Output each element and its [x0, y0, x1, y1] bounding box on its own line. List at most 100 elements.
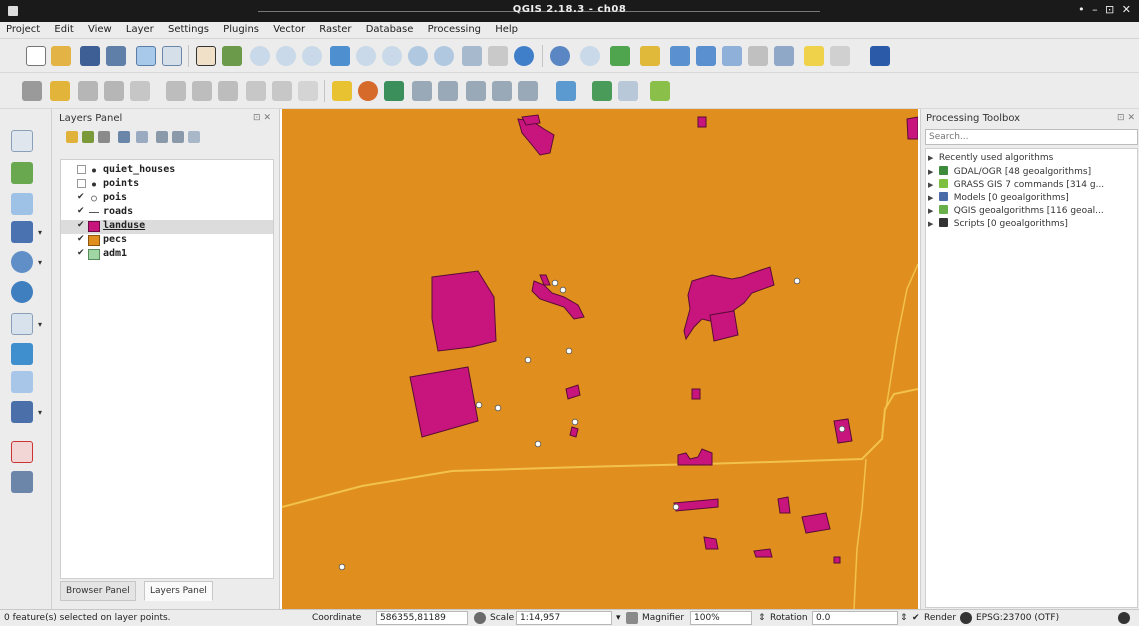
lock-icon[interactable]	[626, 612, 638, 624]
tree-item-models[interactable]: ▶ Models [0 geoalgorithms]	[928, 192, 1069, 204]
layer-row-landuse[interactable]: ✔ landuse	[61, 220, 273, 234]
add-feature-icon[interactable]	[104, 81, 124, 101]
new-spatialite-icon[interactable]	[11, 401, 33, 423]
expand-arrow-icon[interactable]: ▶	[928, 181, 936, 189]
landuse-polygon[interactable]	[569, 426, 579, 438]
help-icon[interactable]	[870, 46, 890, 66]
landuse-polygon[interactable]	[697, 116, 707, 128]
toggle-editing-pencil-icon[interactable]	[50, 81, 70, 101]
poi-point[interactable]	[565, 347, 573, 355]
save-as-icon[interactable]	[106, 46, 126, 66]
checkmark-icon[interactable]: ✔	[77, 249, 86, 258]
delete-selected-icon[interactable]	[166, 81, 186, 101]
menu-help[interactable]: Help	[489, 22, 523, 35]
tree-item-gdal[interactable]: ▶ GDAL/OGR [48 geoalgorithms]	[928, 166, 1091, 178]
poi-point[interactable]	[475, 401, 483, 409]
zoom-out-icon[interactable]	[276, 46, 296, 66]
layer-row-roads[interactable]: ✔ roads	[61, 206, 273, 220]
pan-hand-icon[interactable]	[196, 46, 216, 66]
landuse-polygon[interactable]	[709, 310, 739, 342]
poi-point[interactable]	[793, 277, 801, 285]
landuse-polygon[interactable]	[801, 512, 831, 534]
landuse-polygon[interactable]	[673, 498, 719, 512]
refresh-icon[interactable]	[514, 46, 534, 66]
add-raster-layer-icon[interactable]	[11, 162, 33, 184]
save-edits-icon[interactable]	[78, 81, 98, 101]
tree-item-scripts[interactable]: ▶ Scripts [0 geoalgorithms]	[928, 218, 1068, 230]
map-tips-icon[interactable]	[804, 46, 824, 66]
rotate-label-icon[interactable]	[492, 81, 512, 101]
open-project-icon[interactable]	[51, 46, 71, 66]
remove-layer-icon[interactable]	[11, 471, 33, 493]
landuse-polygon[interactable]	[409, 366, 479, 438]
render-checkbox[interactable]: ✔	[912, 613, 920, 623]
rotation-field[interactable]: 0.0	[812, 611, 898, 625]
identify-icon[interactable]	[550, 46, 570, 66]
messages-icon[interactable]	[1118, 612, 1130, 624]
zoom-layer-icon[interactable]	[382, 46, 402, 66]
expand-arrow-icon[interactable]: ▶	[928, 168, 936, 176]
add-delimited-text-icon[interactable]	[11, 343, 33, 365]
pin-labels-icon[interactable]	[412, 81, 432, 101]
menu-processing[interactable]: Processing	[422, 22, 486, 35]
search-input[interactable]	[925, 129, 1138, 145]
poi-point[interactable]	[494, 404, 502, 412]
crs-label[interactable]: EPSG:23700 (OTF)	[976, 613, 1059, 623]
measure-icon[interactable]	[774, 46, 794, 66]
layer-row-quiet-houses[interactable]: quiet_houses	[61, 164, 273, 178]
layer-checkbox[interactable]	[77, 165, 86, 174]
landuse-polygon[interactable]	[677, 448, 713, 466]
zoom-selection-icon[interactable]	[356, 46, 376, 66]
diagram-icon[interactable]	[358, 81, 378, 101]
add-spatialite-layer-icon[interactable]	[11, 221, 33, 243]
scale-field[interactable]: 1:14,957	[516, 611, 612, 625]
landuse-polygon[interactable]	[703, 536, 719, 550]
plugin-extra-icon[interactable]	[650, 81, 670, 101]
magnifier-field[interactable]: 100%	[690, 611, 752, 625]
new-bookmark-icon[interactable]	[488, 46, 508, 66]
undo-icon[interactable]	[272, 81, 292, 101]
checkmark-icon[interactable]: ✔	[77, 221, 86, 230]
panel-controls[interactable]: ⊡ ✕	[1117, 113, 1135, 123]
plugin-tool-icon[interactable]	[592, 81, 612, 101]
add-postgis-layer-icon[interactable]	[11, 193, 33, 215]
layer-labeling-icon[interactable]	[384, 81, 404, 101]
add-group-icon[interactable]	[82, 131, 94, 143]
paste-features-icon[interactable]	[246, 81, 266, 101]
tree-item-recent[interactable]: ▶ Recently used algorithms	[928, 153, 1053, 165]
node-tool-icon[interactable]	[130, 81, 150, 101]
chevron-down-icon[interactable]: ▾	[38, 258, 42, 267]
styling-icon[interactable]	[66, 131, 78, 143]
menu-vector[interactable]: Vector	[267, 22, 310, 35]
menu-plugins[interactable]: Plugins	[217, 22, 264, 35]
pan-to-selection-icon[interactable]	[222, 46, 242, 66]
menu-database[interactable]: Database	[360, 22, 419, 35]
deselect-icon[interactable]	[640, 46, 660, 66]
poi-point[interactable]	[338, 563, 346, 571]
new-project-icon[interactable]	[26, 46, 46, 66]
landuse-polygon[interactable]	[531, 280, 585, 320]
poi-point[interactable]	[551, 279, 559, 287]
chevron-down-icon[interactable]: ▾	[38, 408, 42, 417]
move-label-icon[interactable]	[466, 81, 486, 101]
spinner-arrows-icon[interactable]: ⇕	[758, 613, 766, 623]
poi-point[interactable]	[672, 503, 680, 511]
window-controls[interactable]: • – ⊡ ✕	[1078, 3, 1133, 16]
layer-checkbox[interactable]	[77, 179, 86, 188]
checkmark-icon[interactable]: ✔	[77, 235, 86, 244]
crs-globe-icon[interactable]	[960, 612, 972, 624]
zoom-last-icon[interactable]	[408, 46, 428, 66]
layer-row-pois[interactable]: ✔ pois	[61, 192, 273, 206]
expand-arrow-icon[interactable]: ▶	[928, 194, 936, 202]
layer-row-pecs[interactable]: ✔ pecs	[61, 234, 273, 248]
poi-point[interactable]	[534, 440, 542, 448]
save-project-icon[interactable]	[80, 46, 100, 66]
redo-icon[interactable]	[298, 81, 318, 101]
collapse-all-icon[interactable]	[172, 131, 184, 143]
new-shapefile-icon[interactable]	[11, 371, 33, 393]
chevron-down-icon[interactable]: ▾	[38, 228, 42, 237]
add-virtual-layer-icon[interactable]	[11, 441, 33, 463]
landuse-polygon[interactable]	[691, 388, 701, 400]
add-vector-layer-icon[interactable]	[11, 130, 33, 152]
landuse-polygon[interactable]	[521, 114, 541, 126]
